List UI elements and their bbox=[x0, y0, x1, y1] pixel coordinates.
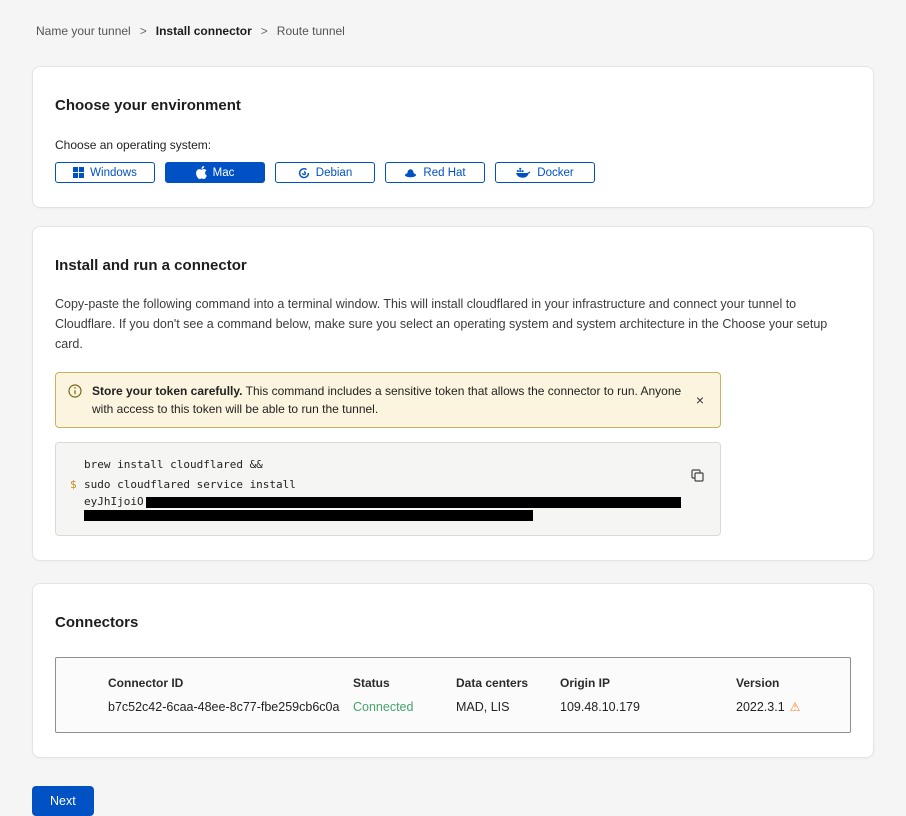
os-button-group: Windows Mac Debian Red Hat Docker bbox=[55, 162, 851, 183]
column-header-data-centers: Data centers bbox=[456, 676, 560, 690]
os-button-label: Red Hat bbox=[423, 167, 465, 179]
token-warning-bold: Store your token carefully. bbox=[92, 384, 243, 398]
breadcrumb-step-install-connector[interactable]: Install connector bbox=[156, 24, 252, 38]
docker-icon bbox=[516, 167, 531, 179]
breadcrumb-step-name-your-tunnel[interactable]: Name your tunnel bbox=[36, 24, 131, 38]
info-icon bbox=[68, 384, 82, 403]
code-line-text: sudo cloudflared service install bbox=[84, 478, 296, 491]
redhat-icon bbox=[404, 167, 417, 179]
next-button[interactable]: Next bbox=[32, 786, 94, 816]
connectors-table-header: Connector ID Status Data centers Origin … bbox=[108, 676, 850, 690]
connectors-table: Connector ID Status Data centers Origin … bbox=[55, 657, 851, 733]
breadcrumb: Name your tunnel > Install connector > R… bbox=[0, 0, 906, 38]
status-badge: Connected bbox=[353, 700, 456, 714]
breadcrumb-separator: > bbox=[261, 24, 268, 38]
os-button-docker[interactable]: Docker bbox=[495, 162, 595, 183]
windows-icon bbox=[73, 167, 84, 178]
os-button-redhat[interactable]: Red Hat bbox=[385, 162, 485, 183]
token-warning-text: Store your token carefully. This command… bbox=[92, 382, 682, 418]
version-value: 2022.3.1 ⚠ bbox=[736, 700, 850, 714]
version-warning-icon: ⚠ bbox=[790, 700, 801, 714]
version-number: 2022.3.1 bbox=[736, 700, 785, 714]
os-button-label: Windows bbox=[90, 167, 137, 179]
os-button-debian[interactable]: Debian bbox=[275, 162, 375, 183]
os-button-label: Debian bbox=[316, 167, 352, 179]
breadcrumb-separator: > bbox=[140, 24, 147, 38]
connectors-card: Connectors Connector ID Status Data cent… bbox=[32, 583, 874, 758]
code-line: $sudo cloudflared service install bbox=[70, 475, 706, 495]
os-button-label: Docker bbox=[537, 167, 573, 179]
os-select-label: Choose an operating system: bbox=[55, 138, 851, 152]
install-connector-card: Install and run a connector Copy-paste t… bbox=[32, 226, 874, 561]
copy-icon[interactable] bbox=[689, 467, 706, 487]
data-centers-value: MAD, LIS bbox=[456, 700, 560, 714]
column-header-version: Version bbox=[736, 676, 850, 690]
os-button-windows[interactable]: Windows bbox=[55, 162, 155, 183]
choose-environment-card: Choose your environment Choose an operat… bbox=[32, 66, 874, 208]
install-command-code-block: brew install cloudflared && $sudo cloudf… bbox=[55, 442, 721, 536]
code-line-token: eyJhIjoiO bbox=[70, 495, 706, 508]
os-button-label: Mac bbox=[213, 167, 235, 179]
redaction-bar bbox=[146, 497, 681, 508]
code-line-token bbox=[70, 508, 706, 521]
install-card-title: Install and run a connector bbox=[55, 257, 851, 274]
connectors-card-title: Connectors bbox=[55, 614, 851, 631]
token-prefix: eyJhIjoiO bbox=[84, 495, 144, 508]
debian-icon bbox=[298, 167, 310, 179]
apple-icon bbox=[196, 166, 207, 179]
column-header-status: Status bbox=[353, 676, 456, 690]
code-line: brew install cloudflared && bbox=[70, 455, 706, 475]
install-description: Copy-paste the following command into a … bbox=[55, 294, 851, 354]
column-header-connector-id: Connector ID bbox=[108, 676, 353, 690]
table-row: b7c52c42-6caa-48ee-8c77-fbe259cb6c0a Con… bbox=[108, 700, 850, 714]
token-warning-banner: Store your token carefully. This command… bbox=[55, 372, 721, 428]
code-line-text: brew install cloudflared && bbox=[84, 458, 263, 471]
shell-prompt: $ bbox=[70, 475, 84, 495]
connector-id-value: b7c52c42-6caa-48ee-8c77-fbe259cb6c0a bbox=[108, 700, 353, 714]
origin-ip-value: 109.48.10.179 bbox=[560, 700, 736, 714]
breadcrumb-step-route-tunnel[interactable]: Route tunnel bbox=[277, 24, 345, 38]
environment-card-title: Choose your environment bbox=[55, 97, 851, 114]
os-button-mac[interactable]: Mac bbox=[165, 162, 265, 183]
column-header-origin-ip: Origin IP bbox=[560, 676, 736, 690]
close-icon[interactable]: × bbox=[692, 391, 708, 409]
redaction-bar bbox=[84, 510, 533, 521]
